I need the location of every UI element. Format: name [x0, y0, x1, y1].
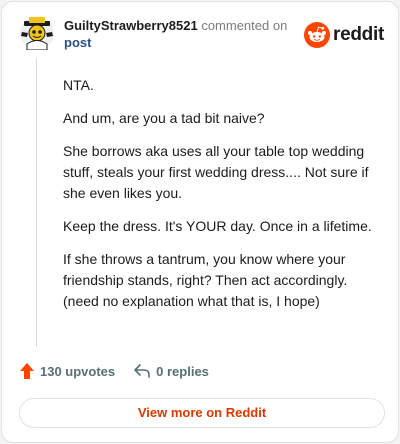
- upvote-button[interactable]: 130 upvotes: [19, 362, 115, 380]
- comment-actions: 130 upvotes 0 replies: [19, 362, 209, 380]
- upvote-count: 130 upvotes: [40, 363, 116, 379]
- reddit-wordmark: reddit: [333, 24, 384, 45]
- upvote-arrow-icon: [20, 363, 34, 379]
- view-more-button[interactable]: View more on Reddit: [19, 398, 385, 428]
- author-line: GuiltyStrawberry8521 commented on: [64, 17, 287, 34]
- comment-paragraph: NTA.: [63, 77, 94, 93]
- reply-button[interactable]: 0 replies: [133, 363, 209, 379]
- username-link[interactable]: GuiltyStrawberry8521: [64, 18, 198, 33]
- reddit-logo[interactable]: reddit: [304, 22, 384, 48]
- comment-body: NTA. And um, are you a tad bit naive? Sh…: [63, 75, 378, 324]
- comment-paragraph: If she throws a tantrum, you know where …: [63, 251, 348, 309]
- reddit-snoo-icon: [304, 22, 331, 48]
- comment-embed-card: GuiltyStrawberry8521 commented on post r…: [1, 1, 399, 443]
- reply-count: 0 replies: [156, 363, 209, 379]
- thread-line: [36, 58, 37, 347]
- reply-arrow-icon: [134, 364, 150, 378]
- user-avatar[interactable]: [20, 16, 54, 51]
- comment-paragraph: Keep the dress. It's YOUR day. Once in a…: [63, 218, 372, 234]
- post-link[interactable]: post: [64, 35, 91, 50]
- commented-on-text: commented on: [201, 18, 288, 33]
- comment-header: GuiltyStrawberry8521 commented on post r…: [20, 14, 384, 54]
- comment-paragraph: And um, are you a tad bit naive?: [63, 110, 265, 126]
- comment-paragraph: She borrows aka uses all your table top …: [63, 143, 369, 201]
- snoo-avatar-icon: [20, 16, 54, 51]
